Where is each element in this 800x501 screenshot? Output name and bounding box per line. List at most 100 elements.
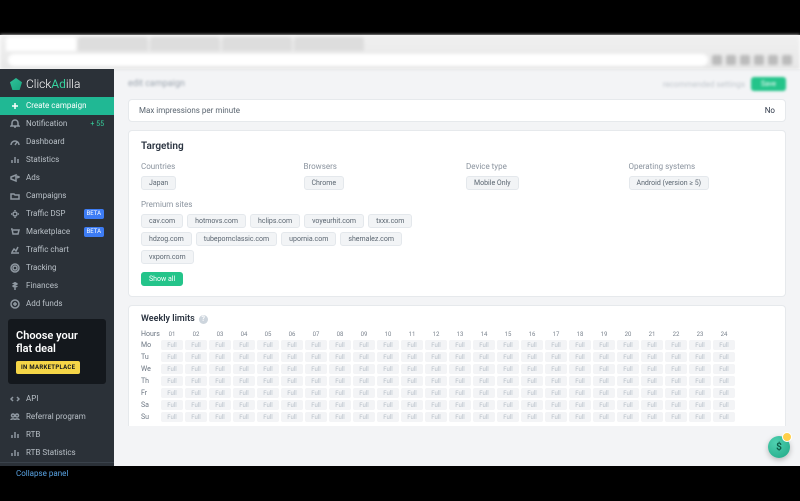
weekly-cell[interactable]: Full: [401, 412, 423, 422]
weekly-cell[interactable]: Full: [425, 412, 447, 422]
weekly-cell[interactable]: Full: [161, 376, 183, 386]
weekly-cell[interactable]: Full: [449, 352, 471, 362]
weekly-cell[interactable]: Full: [665, 364, 687, 374]
sidebar-item-statistics[interactable]: Statistics: [0, 151, 114, 169]
weekly-cell[interactable]: Full: [425, 400, 447, 410]
weekly-cell[interactable]: Full: [353, 364, 375, 374]
weekly-cell[interactable]: Full: [209, 400, 231, 410]
sidebar-item-finances[interactable]: Finances: [0, 277, 114, 295]
extension-icon[interactable]: [768, 55, 778, 65]
weekly-cell[interactable]: Full: [377, 400, 399, 410]
browser-tab[interactable]: [78, 37, 148, 51]
premium-site-chip[interactable]: tubepornclassic.com: [196, 232, 277, 246]
weekly-cell[interactable]: Full: [641, 376, 663, 386]
weekly-cell[interactable]: Full: [449, 412, 471, 422]
weekly-cell[interactable]: Full: [185, 388, 207, 398]
weekly-cell[interactable]: Full: [233, 400, 255, 410]
weekly-cell[interactable]: Full: [329, 376, 351, 386]
weekly-cell[interactable]: Full: [713, 364, 735, 374]
weekly-cell[interactable]: Full: [161, 340, 183, 350]
weekly-cell[interactable]: Full: [449, 388, 471, 398]
weekly-cell[interactable]: Full: [641, 340, 663, 350]
weekly-cell[interactable]: Full: [689, 364, 711, 374]
weekly-cell[interactable]: Full: [233, 340, 255, 350]
sidebar-item-campaigns[interactable]: Campaigns: [0, 187, 114, 205]
weekly-cell[interactable]: Full: [593, 412, 615, 422]
weekly-cell[interactable]: Full: [353, 388, 375, 398]
weekly-cell[interactable]: Full: [377, 412, 399, 422]
weekly-cell[interactable]: Full: [497, 412, 519, 422]
weekly-cell[interactable]: Full: [425, 364, 447, 374]
weekly-cell[interactable]: Full: [641, 388, 663, 398]
weekly-cell[interactable]: Full: [521, 340, 543, 350]
extension-icon[interactable]: [726, 55, 736, 65]
premium-site-chip[interactable]: hotmovs.com: [187, 214, 246, 228]
weekly-cell[interactable]: Full: [185, 352, 207, 362]
weekly-cell[interactable]: Full: [185, 340, 207, 350]
sidebar-item-dashboard[interactable]: Dashboard: [0, 133, 114, 151]
weekly-cell[interactable]: Full: [401, 400, 423, 410]
weekly-cell[interactable]: Full: [161, 388, 183, 398]
chip[interactable]: Android (version ≥ 5): [629, 176, 710, 190]
extension-icon[interactable]: [712, 55, 722, 65]
weekly-cell[interactable]: Full: [641, 352, 663, 362]
weekly-cell[interactable]: Full: [257, 400, 279, 410]
weekly-cell[interactable]: Full: [353, 376, 375, 386]
weekly-cell[interactable]: Full: [353, 412, 375, 422]
weekly-cell[interactable]: Full: [281, 412, 303, 422]
weekly-cell[interactable]: Full: [617, 388, 639, 398]
weekly-cell[interactable]: Full: [257, 340, 279, 350]
weekly-cell[interactable]: Full: [593, 400, 615, 410]
weekly-cell[interactable]: Full: [305, 388, 327, 398]
help-icon[interactable]: ?: [199, 315, 208, 324]
weekly-cell[interactable]: Full: [497, 400, 519, 410]
premium-site-chip[interactable]: cav.com: [141, 214, 183, 228]
weekly-cell[interactable]: Full: [689, 376, 711, 386]
weekly-cell[interactable]: Full: [617, 412, 639, 422]
sidebar-item-traffic-dsp[interactable]: Traffic DSPBETA: [0, 205, 114, 223]
weekly-cell[interactable]: Full: [569, 340, 591, 350]
address-bar[interactable]: [8, 54, 708, 66]
weekly-cell[interactable]: Full: [713, 340, 735, 350]
weekly-cell[interactable]: Full: [473, 388, 495, 398]
weekly-cell[interactable]: Full: [593, 352, 615, 362]
weekly-cell[interactable]: Full: [665, 388, 687, 398]
weekly-cell[interactable]: Full: [449, 400, 471, 410]
weekly-cell[interactable]: Full: [545, 364, 567, 374]
sidebar-item-rtb-statistics[interactable]: RTB Statistics: [0, 444, 114, 462]
weekly-cell[interactable]: Full: [641, 400, 663, 410]
weekly-cell[interactable]: Full: [281, 364, 303, 374]
weekly-cell[interactable]: Full: [569, 400, 591, 410]
weekly-cell[interactable]: Full: [593, 388, 615, 398]
weekly-cell[interactable]: Full: [401, 364, 423, 374]
weekly-cell[interactable]: Full: [713, 400, 735, 410]
weekly-cell[interactable]: Full: [209, 388, 231, 398]
weekly-cell[interactable]: Full: [161, 412, 183, 422]
weekly-cell[interactable]: Full: [377, 364, 399, 374]
weekly-cell[interactable]: Full: [353, 352, 375, 362]
weekly-cell[interactable]: Full: [305, 376, 327, 386]
premium-site-chip[interactable]: hclips.com: [250, 214, 300, 228]
weekly-cell[interactable]: Full: [521, 400, 543, 410]
weekly-cell[interactable]: Full: [497, 352, 519, 362]
weekly-cell[interactable]: Full: [401, 376, 423, 386]
weekly-cell[interactable]: Full: [209, 340, 231, 350]
weekly-cell[interactable]: Full: [665, 400, 687, 410]
weekly-cell[interactable]: Full: [209, 364, 231, 374]
weekly-cell[interactable]: Full: [425, 388, 447, 398]
weekly-cell[interactable]: Full: [353, 400, 375, 410]
weekly-cell[interactable]: Full: [449, 340, 471, 350]
weekly-cell[interactable]: Full: [689, 388, 711, 398]
weekly-cell[interactable]: Full: [449, 376, 471, 386]
weekly-cell[interactable]: Full: [377, 352, 399, 362]
weekly-cell[interactable]: Full: [569, 412, 591, 422]
weekly-cell[interactable]: Full: [257, 376, 279, 386]
collapse-panel[interactable]: Collapse panel: [0, 462, 114, 484]
weekly-cell[interactable]: Full: [305, 412, 327, 422]
weekly-cell[interactable]: Full: [713, 352, 735, 362]
browser-tab[interactable]: [150, 37, 220, 51]
sidebar-item-api[interactable]: API: [0, 390, 114, 408]
weekly-cell[interactable]: Full: [617, 400, 639, 410]
sidebar-item-ads[interactable]: Ads: [0, 169, 114, 187]
weekly-cell[interactable]: Full: [569, 364, 591, 374]
